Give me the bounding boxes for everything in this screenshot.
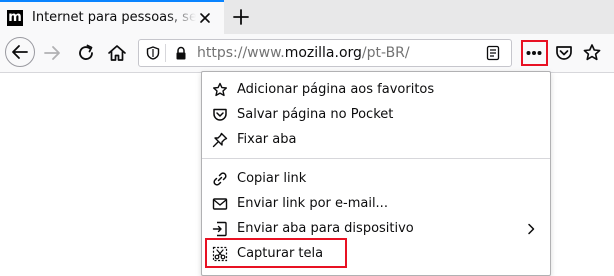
url-text[interactable]: https://www.mozilla.org/pt-BR/ [197, 45, 410, 62]
chevron-right-icon [524, 222, 538, 236]
reload-icon [79, 44, 93, 60]
tab-title: Internet para pessoas, sem fins lucrativ… [32, 10, 196, 25]
menu-item-email-link[interactable]: Enviar link por e-mail... [202, 192, 550, 216]
pocket-icon [556, 46, 572, 60]
menu-item-pin-tab[interactable]: Fixar aba [202, 128, 550, 152]
close-tab-icon[interactable] [198, 11, 212, 25]
page-actions-highlight [521, 40, 548, 66]
menu-item-bookmark-page[interactable]: Adicionar página aos favoritos [202, 78, 550, 102]
menu-item-copy-link[interactable]: Copiar link [202, 167, 550, 191]
url-prefix: https://www. [197, 45, 285, 61]
forward-button[interactable] [40, 41, 64, 65]
address-bar[interactable]: https://www.mozilla.org/pt-BR/ [138, 39, 512, 67]
menu-item-label: Salvar página no Pocket [237, 107, 394, 122]
tracking-protection-shield-icon[interactable] [146, 46, 160, 60]
screenshot-item-highlight [205, 238, 347, 268]
url-path: /pt-BR/ [361, 45, 410, 61]
pocket-icon [212, 107, 228, 123]
reload-button[interactable] [74, 41, 98, 65]
menu-item-label: Fixar aba [237, 132, 297, 147]
menu-item-label: Enviar link por e-mail... [237, 196, 388, 211]
link-icon [212, 171, 228, 187]
bookmark-star-button[interactable] [580, 41, 604, 65]
menu-separator [202, 158, 550, 159]
menu-item-save-to-pocket[interactable]: Salvar página no Pocket [202, 103, 550, 127]
urlbar-divider [165, 44, 166, 62]
home-icon [108, 45, 126, 61]
navigation-toolbar: https://www.mozilla.org/pt-BR/ [0, 34, 614, 73]
reader-view-icon[interactable] [485, 45, 501, 61]
url-domain: mozilla.org [284, 45, 362, 61]
star-icon [583, 44, 601, 61]
send-to-device-icon [212, 221, 228, 237]
menu-item-label: Enviar aba para dispositivo [237, 221, 414, 236]
pin-icon [212, 132, 228, 148]
back-button[interactable] [5, 37, 35, 67]
mozilla-favicon: m [7, 10, 23, 26]
home-button[interactable] [105, 41, 129, 65]
new-tab-icon[interactable] [232, 8, 250, 26]
menu-item-label: Adicionar página aos favoritos [237, 82, 435, 97]
pocket-button[interactable] [552, 41, 576, 65]
lock-icon[interactable] [174, 46, 188, 60]
star-icon [212, 82, 228, 98]
menu-item-label: Copiar link [237, 171, 307, 186]
mail-icon [212, 196, 228, 212]
forward-arrow-icon [44, 46, 60, 60]
tab-strip: m Internet para pessoas, sem fins lucrat… [0, 0, 614, 34]
tab-mozilla[interactable]: m Internet para pessoas, sem fins lucrat… [0, 0, 224, 34]
